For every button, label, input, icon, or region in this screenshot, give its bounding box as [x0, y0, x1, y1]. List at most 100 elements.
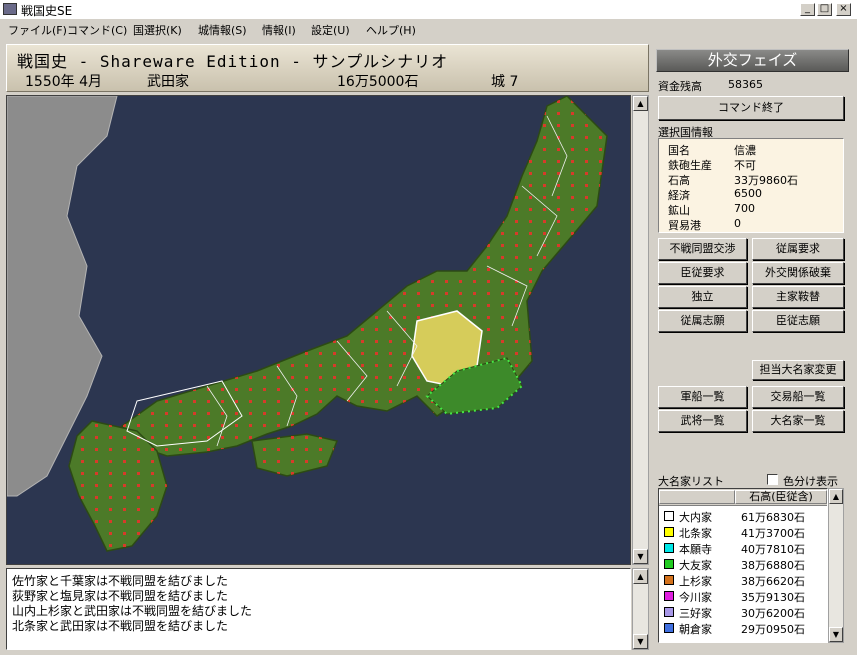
menu-castle-info[interactable]: 城情報(S)	[198, 22, 247, 38]
list-item[interactable]: 上杉家 38万6620石	[659, 572, 827, 588]
daimyo-name: 三好家	[679, 607, 712, 620]
list-item[interactable]: 朝倉家 29万0950石	[659, 620, 827, 636]
list-item[interactable]: 本願寺 40万7810石	[659, 540, 827, 556]
info-label: 石高	[668, 174, 690, 187]
daimyo-name: 大友家	[679, 559, 712, 572]
daimyo-list-label: 大名家リスト	[658, 475, 724, 488]
scroll-down-icon[interactable]: ▼	[633, 634, 648, 649]
daimyo-name: 大内家	[679, 511, 712, 524]
daimyo-list-scrollbar[interactable]: ▲ ▼	[828, 488, 844, 643]
daimyo-kokudaka: 29万0950石	[741, 623, 805, 636]
list-item[interactable]: 三好家 30万6200石	[659, 604, 827, 620]
daimyo-list-button[interactable]: 大名家一覧	[752, 410, 844, 432]
list-item[interactable]: 大友家 38万6880石	[659, 556, 827, 572]
daimyo-kokudaka: 41万3700石	[741, 527, 805, 540]
info-label: 鉄砲生産	[668, 159, 712, 172]
color-swatch	[664, 607, 674, 617]
funds-label: 資金残高	[658, 80, 702, 93]
scroll-down-icon[interactable]: ▼	[633, 549, 648, 564]
scroll-up-icon[interactable]: ▲	[829, 489, 843, 504]
info-label: 経済	[668, 189, 690, 202]
map-graphic[interactable]	[7, 96, 631, 565]
menu-province-select[interactable]: 国選択(K)	[133, 22, 182, 38]
daimyo-list[interactable]: 石高(臣従含) 大内家 61万6830石 北条家 41万3700石 本願寺 40…	[658, 488, 828, 643]
date: 1550年 4月	[25, 74, 102, 90]
scroll-up-icon[interactable]: ▲	[633, 569, 648, 584]
color-swatch	[664, 575, 674, 585]
app-icon[interactable]	[3, 3, 17, 15]
change-lord-button[interactable]: 主家鞍替	[752, 286, 844, 308]
color-swatch	[664, 591, 674, 601]
info-value: 不可	[734, 159, 756, 172]
info-value: 33万9860石	[734, 174, 798, 187]
map-scrollbar[interactable]: ▲ ▼	[632, 95, 649, 565]
scroll-up-icon[interactable]: ▲	[633, 96, 648, 111]
game-title: 戦国史 - Shareware Edition - サンプルシナリオ	[17, 52, 449, 71]
general-list-button[interactable]: 武将一覧	[658, 410, 747, 432]
daimyo-name: 朝倉家	[679, 623, 712, 636]
funds-value: 58365	[728, 78, 763, 91]
list-item[interactable]: 大内家 61万6830石	[659, 508, 827, 524]
log-line: 北条家と武田家は不戦同盟を結びました	[12, 619, 229, 633]
demand-submission-button[interactable]: 臣従要求	[658, 262, 747, 284]
castle-markers	[122, 96, 607, 456]
color-swatch	[664, 559, 674, 569]
column-header-kokudaka[interactable]: 石高(臣従含)	[735, 490, 827, 504]
request-submission-button[interactable]: 臣従志願	[752, 310, 844, 332]
menu-command[interactable]: コマンド(C)	[67, 22, 127, 38]
info-value: 信濃	[734, 144, 756, 157]
color-swatch	[664, 623, 674, 633]
status-header: 戦国史 - Shareware Edition - サンプルシナリオ 1550年…	[6, 44, 649, 92]
daimyo-kokudaka: 38万6620石	[741, 575, 805, 588]
daimyo-kokudaka: 61万6830石	[741, 511, 805, 524]
title-bar: 戦国史SE _ □ ×	[0, 0, 857, 20]
info-label: 国名	[668, 144, 690, 157]
window-title: 戦国史SE	[21, 4, 73, 18]
daimyo-name: 上杉家	[679, 575, 712, 588]
info-value: 6500	[734, 187, 762, 200]
end-command-button[interactable]: コマンド終了	[658, 96, 844, 120]
non-aggression-button[interactable]: 不戦同盟交渉	[658, 238, 747, 260]
menu-settings[interactable]: 設定(U)	[311, 22, 350, 38]
japan-map[interactable]	[6, 95, 631, 565]
independence-button[interactable]: 独立	[658, 286, 747, 308]
list-item[interactable]: 北条家 41万3700石	[659, 524, 827, 540]
daimyo-kokudaka: 30万6200石	[741, 607, 805, 620]
log-scrollbar[interactable]: ▲ ▼	[632, 568, 649, 650]
kokudaka: 16万5000石	[337, 74, 419, 90]
daimyo-name: 北条家	[679, 527, 712, 540]
menu-info[interactable]: 情報(I)	[262, 22, 296, 38]
daimyo-kokudaka: 38万6880石	[741, 559, 805, 572]
info-label: 鉱山	[668, 204, 690, 217]
phase-banner: 外交フェイズ	[656, 49, 849, 72]
color-swatch	[664, 543, 674, 553]
daimyo-kokudaka: 35万9130石	[741, 591, 805, 604]
info-value: 700	[734, 202, 755, 215]
info-label: 貿易港	[668, 219, 701, 232]
trade-ship-list-button[interactable]: 交易船一覧	[752, 386, 844, 408]
close-button[interactable]: ×	[836, 3, 851, 16]
request-vassal-button[interactable]: 従属志願	[658, 310, 747, 332]
color-swatch	[664, 527, 674, 537]
scroll-down-icon[interactable]: ▼	[829, 627, 843, 642]
menu-file[interactable]: ファイル(F)	[8, 22, 67, 38]
minimize-button[interactable]: _	[800, 3, 815, 16]
info-value: 0	[734, 217, 741, 230]
column-header-name[interactable]	[659, 490, 735, 504]
shikoku-castle-markers	[252, 434, 337, 476]
castle-count: 城 7	[491, 74, 519, 90]
message-log[interactable]: 佐竹家と千葉家は不戦同盟を結びました 荻野家と塩見家は不戦同盟を結びました 山内…	[6, 568, 631, 650]
color-toggle-label[interactable]: 色分け表示	[783, 473, 838, 489]
warship-list-button[interactable]: 軍船一覧	[658, 386, 747, 408]
daimyo-name: 本願寺	[679, 543, 712, 556]
color-toggle-checkbox[interactable]	[767, 474, 778, 485]
demand-vassal-button[interactable]: 従属要求	[752, 238, 844, 260]
break-relations-button[interactable]: 外交関係破棄	[752, 262, 844, 284]
list-item[interactable]: 今川家 35万9130石	[659, 588, 827, 604]
daimyo-name: 今川家	[679, 591, 712, 604]
menu-bar: ファイル(F) コマンド(C) 国選択(K) 城情報(S) 情報(I) 設定(U…	[0, 19, 857, 39]
maximize-button[interactable]: □	[817, 3, 832, 16]
clan-name: 武田家	[147, 74, 189, 90]
menu-help[interactable]: ヘルプ(H)	[366, 22, 416, 38]
change-daimyo-button[interactable]: 担当大名家変更	[752, 360, 844, 380]
